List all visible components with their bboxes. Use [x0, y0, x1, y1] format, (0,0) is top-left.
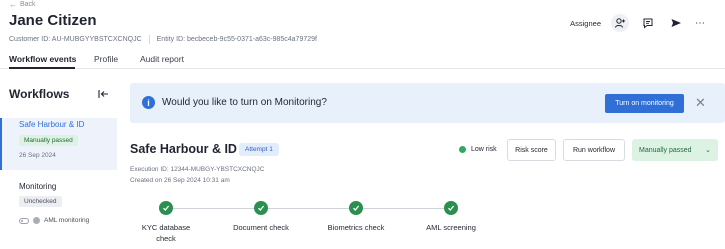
step-check-icon — [444, 201, 458, 215]
tab-bar: Workflow events Profile Audit report — [0, 48, 725, 69]
workflow-status-label: Manually passed — [639, 146, 692, 154]
back-label: Back — [20, 1, 36, 8]
aml-monitoring-toggle[interactable] — [19, 217, 29, 224]
banner-text: Would you like to turn on Monitoring? — [162, 97, 327, 108]
step-check-icon — [349, 201, 363, 215]
entity-meta: Customer ID: AU-MUBGYYBSTCXCNQJC Entity … — [9, 35, 317, 44]
entity-id: Entity ID: becbeceb-9c55-0371-a63c-985c4… — [156, 36, 317, 43]
workflow-sidebar: Workflows Safe Harbour & ID Manually pas… — [0, 70, 117, 249]
monitoring-banner: i Would you like to turn on Monitoring? … — [130, 83, 725, 123]
collapse-sidebar-button[interactable] — [97, 87, 109, 105]
back-arrow-icon: ← — [9, 0, 17, 9]
sidebar-item-title: Safe Harbour & ID — [19, 120, 85, 129]
comments-button[interactable] — [639, 14, 657, 32]
step-label-aml: AML screening — [426, 223, 476, 232]
sidebar-item-monitoring[interactable]: Monitoring — [19, 182, 56, 191]
comment-icon — [643, 18, 653, 29]
customer-id: Customer ID: AU-MUBGYYBSTCXCNQJC — [9, 36, 142, 43]
workflow-status-dropdown[interactable]: Manually passed ⌄ — [632, 139, 718, 161]
step-check-icon — [254, 201, 268, 215]
risk-score-button[interactable]: Risk score — [507, 139, 556, 161]
meta-divider — [148, 35, 150, 44]
assignee-label: Assignee — [570, 18, 601, 28]
status-badge-unchecked: Unchecked — [19, 196, 62, 207]
step-label-document: Document check — [233, 223, 289, 232]
more-options-button[interactable]: ⋯ — [695, 18, 705, 29]
collapse-icon — [98, 90, 108, 98]
aml-monitoring-row: AML monitoring — [19, 217, 89, 224]
risk-dot-icon — [459, 146, 466, 153]
tab-workflow-events[interactable]: Workflow events — [9, 54, 76, 64]
header-actions: Assignee ⋯ — [570, 14, 705, 32]
turn-on-monitoring-button[interactable]: Turn on monitoring — [605, 94, 684, 113]
send-button[interactable] — [667, 14, 685, 32]
sidebar-item-date: 26 Sep 2024 — [19, 152, 56, 159]
sidebar-heading: Workflows — [9, 87, 70, 101]
risk-indicator: Low risk — [459, 146, 497, 153]
page-title: Jane Citizen — [9, 12, 97, 29]
status-badge: Manually passed — [19, 135, 78, 146]
workflow-title: Safe Harbour & ID — [130, 142, 237, 156]
info-icon: i — [142, 96, 155, 109]
execution-id: Execution ID: 12344-MUBGY-YBSTCXCNQJC — [130, 166, 265, 173]
add-person-icon — [615, 18, 625, 28]
aml-monitoring-label: AML monitoring — [44, 217, 90, 224]
risk-label: Low risk — [471, 146, 497, 153]
step-check-icon — [159, 201, 173, 215]
back-link[interactable]: ← Back — [9, 0, 36, 9]
more-icon: ⋯ — [695, 17, 705, 29]
run-workflow-button[interactable]: Run workflow — [563, 139, 625, 161]
tab-audit-report[interactable]: Audit report — [140, 54, 184, 64]
step-label-kyc: KYC database check — [141, 223, 191, 243]
add-assignee-button[interactable] — [611, 14, 629, 32]
steps-connector — [166, 208, 452, 209]
attempt-badge: Attempt 1 — [239, 143, 279, 156]
created-date: Created on 26 Sep 2024 10:31 am — [130, 177, 230, 184]
aml-status-dot-icon — [33, 217, 40, 224]
chevron-down-icon: ⌄ — [705, 147, 711, 154]
active-tab-indicator — [9, 67, 75, 69]
tab-profile[interactable]: Profile — [94, 54, 118, 64]
send-icon — [671, 19, 681, 27]
close-icon[interactable]: ✕ — [695, 95, 706, 111]
step-label-biometrics: Biometrics check — [327, 223, 385, 232]
